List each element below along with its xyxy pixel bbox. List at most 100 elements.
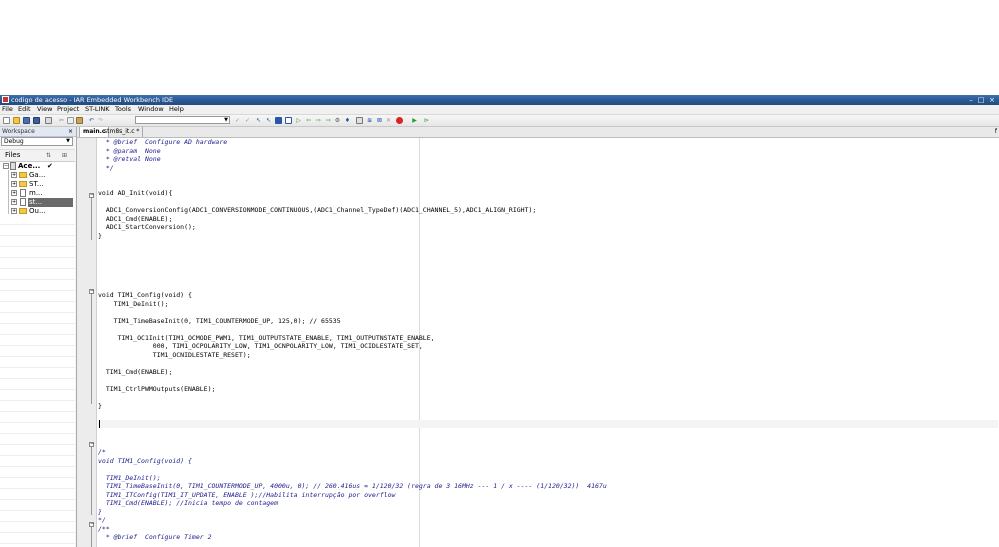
divider — [0, 389, 75, 390]
download-debug-icon[interactable]: ▶ — [411, 117, 418, 124]
save-all-icon[interactable] — [33, 117, 40, 124]
minimize-button[interactable]: – — [966, 96, 976, 104]
breakpoint-list-icon[interactable]: ⚙ — [334, 117, 341, 124]
next-bookmark-icon[interactable]: ▷ — [295, 117, 302, 124]
toggle-breakpoint-icon[interactable] — [396, 117, 403, 124]
rebuild-icon[interactable]: ≋ — [366, 117, 373, 124]
tree-item-label-selected: st... — [28, 198, 73, 207]
menu-help[interactable]: Help — [169, 105, 184, 114]
code-line: /** — [98, 524, 110, 533]
expand-icon[interactable]: + — [11, 208, 17, 214]
menu-st-link[interactable]: ST-LINK — [85, 105, 110, 114]
divider — [0, 323, 75, 324]
divider — [0, 444, 75, 445]
options-icon[interactable]: ⊞ — [62, 151, 67, 160]
tree-item-group[interactable]: + ST... — [0, 180, 75, 189]
close-button[interactable]: × — [987, 96, 997, 104]
code-line: void TIM1_Config(void) { — [98, 291, 192, 299]
cut-icon[interactable]: ✂ — [58, 117, 65, 124]
find-next-icon[interactable]: ✓ — [244, 117, 251, 124]
make-icon[interactable] — [356, 117, 363, 124]
configuration-select[interactable]: Debug ▼ — [1, 137, 73, 146]
tab-overflow[interactable]: f — [995, 127, 997, 137]
replace-icon[interactable]: ↖ — [265, 117, 272, 124]
code-line: */ — [98, 516, 106, 524]
nav-forward2-icon[interactable]: ⇨ — [325, 117, 332, 124]
tree-item-label: Ga... — [29, 171, 46, 179]
tab-stm8s-it-c[interactable]: stm8s_it.c * — [101, 127, 144, 137]
find-combo[interactable]: ▼ — [135, 116, 230, 124]
sort-icon[interactable]: ⇅ — [46, 151, 51, 160]
debug-without-download-icon[interactable]: ⊳ — [423, 117, 430, 124]
find-icon[interactable]: ✓ — [234, 117, 241, 124]
code-line: void AD_Init(void){ — [98, 189, 173, 197]
editor-gutter: − − − − — [77, 138, 97, 547]
workspace-panel: Workspace × Debug ▼ Files ⇅ ⊞ − Ace... ✔… — [0, 127, 77, 547]
divider — [0, 301, 75, 302]
menu-edit[interactable]: Edit — [18, 105, 31, 114]
project-icon — [10, 162, 16, 170]
new-file-icon[interactable] — [3, 117, 10, 124]
tree-item-file[interactable]: + st... — [0, 198, 75, 207]
chevron-down-icon: ▼ — [224, 117, 228, 123]
divider — [0, 521, 75, 522]
divider — [0, 290, 75, 291]
undo-icon[interactable]: ↶ — [88, 117, 95, 124]
cancel-icon[interactable]: ✕ — [385, 117, 392, 124]
open-folder-icon[interactable] — [13, 117, 20, 124]
divider — [0, 246, 75, 247]
expand-icon[interactable]: + — [11, 181, 17, 187]
paste-icon[interactable] — [76, 117, 83, 124]
divider — [0, 543, 75, 544]
menu-file[interactable]: File — [2, 105, 13, 114]
maximize-button[interactable]: □ — [976, 96, 986, 104]
menu-view[interactable]: View — [37, 105, 52, 114]
print-icon[interactable] — [45, 117, 52, 124]
checkmark-icon: ✔ — [47, 162, 53, 170]
text-caret — [99, 420, 100, 428]
c-file-icon — [20, 189, 26, 197]
expand-icon[interactable]: + — [11, 190, 17, 196]
tree-item-label: Ou... — [29, 207, 46, 215]
compile-icon[interactable]: ♦ — [344, 117, 351, 124]
copy-icon[interactable] — [67, 117, 74, 124]
code-line: /* — [98, 448, 106, 456]
nav-forward-icon[interactable]: ⇨ — [315, 117, 322, 124]
code-line: * @retval None — [98, 155, 161, 163]
collapse-icon[interactable]: − — [3, 163, 9, 169]
app-icon — [2, 96, 9, 103]
code-line: ADC1_StartConversion(); — [98, 223, 196, 231]
tree-item-file[interactable]: + m... — [0, 189, 75, 198]
menu-window[interactable]: Window — [138, 105, 164, 114]
code-line: TIM1_Cmd(ENABLE); //Inicia tempo de cont… — [98, 499, 279, 507]
files-header: Files ⇅ ⊞ — [0, 150, 75, 162]
menu-project[interactable]: Project — [57, 105, 79, 114]
folder-icon — [19, 172, 27, 178]
find-prev-icon[interactable]: ↖ — [255, 117, 262, 124]
goto-icon[interactable] — [275, 117, 282, 124]
divider — [0, 312, 75, 313]
expand-icon[interactable]: + — [11, 199, 17, 205]
divider — [0, 499, 75, 500]
workspace-close-icon[interactable]: × — [68, 127, 73, 136]
editor-tab-bar: main.c stm8s_it.c * f — [77, 127, 999, 138]
divider — [0, 257, 75, 258]
tree-item-group[interactable]: + Ou... — [0, 207, 75, 216]
expand-icon[interactable]: + — [11, 172, 17, 178]
divider — [0, 532, 75, 533]
divider — [0, 488, 75, 489]
save-icon[interactable] — [23, 117, 30, 124]
nav-back-icon[interactable]: ⇦ — [305, 117, 312, 124]
toolbar: ✂ ↶ ↷ ▼ ✓ ✓ ↖ ↖ ▷ ⇦ ⇨ ⇨ ⚙ ♦ ≋ ⊠ ✕ ▶ ⊳ — [0, 115, 999, 127]
code-area[interactable]: * @brief Configure AD hardware * @param … — [98, 138, 998, 547]
tree-item-group[interactable]: + Ga... — [0, 171, 75, 180]
menu-tools[interactable]: Tools — [115, 105, 131, 114]
bookmark-icon[interactable] — [285, 117, 292, 124]
divider — [0, 411, 75, 412]
folder-icon — [19, 181, 27, 187]
redo-icon[interactable]: ↷ — [97, 117, 104, 124]
tree-item-project[interactable]: − Ace... ✔ — [0, 162, 75, 171]
divider — [0, 466, 75, 467]
stop-build-icon[interactable]: ⊠ — [376, 117, 383, 124]
current-line-highlight — [98, 420, 998, 428]
